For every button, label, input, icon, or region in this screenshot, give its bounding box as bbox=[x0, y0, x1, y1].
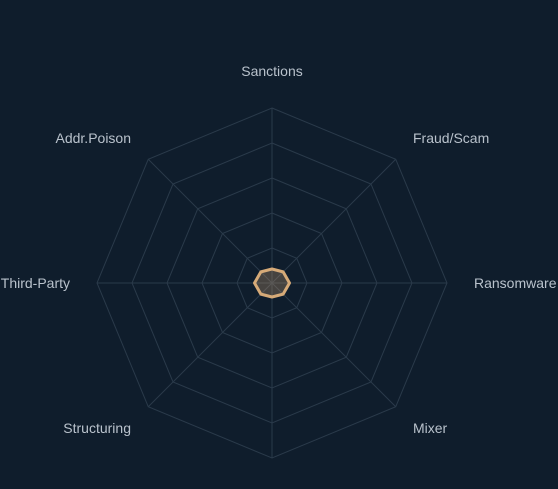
axis-label: Mixer bbox=[413, 420, 448, 436]
radar-series bbox=[253, 267, 291, 299]
radar-chart-panel: SanctionsFraud/ScamRansomwareMixerExch.S… bbox=[0, 0, 558, 489]
axis-label: Fraud/Scam bbox=[413, 130, 489, 146]
axis-label: Addr.Poison bbox=[56, 130, 132, 146]
radar-chart: SanctionsFraud/ScamRansomwareMixerExch.S… bbox=[1, 63, 557, 489]
axis-label: Structuring bbox=[63, 420, 131, 436]
axis-label: Sanctions bbox=[241, 63, 302, 79]
series-polygon bbox=[253, 267, 291, 299]
axis-label: Ransomware bbox=[474, 275, 557, 291]
axis-label: Third-Party bbox=[1, 275, 70, 291]
